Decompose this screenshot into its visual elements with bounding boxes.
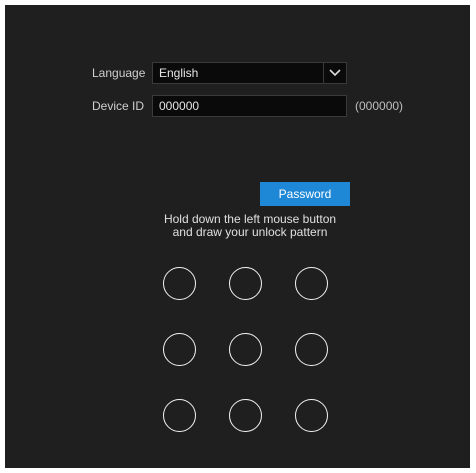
language-value: English (159, 66, 199, 80)
pattern-dot-6[interactable] (295, 333, 328, 366)
device-id-field[interactable]: 000000 (152, 95, 347, 117)
pattern-dot-8[interactable] (229, 399, 262, 432)
pattern-instructions: Hold down the left mouse button and draw… (145, 213, 355, 239)
device-id-hint: (000000) (355, 99, 404, 113)
unlock-panel: Language English Device ID 000000 (00000… (5, 5, 470, 468)
language-label: Language (92, 66, 146, 80)
chevron-down-icon[interactable] (323, 63, 346, 83)
instruction-line-2: and draw your unlock pattern (172, 225, 328, 239)
password-button[interactable]: Password (260, 182, 350, 206)
pattern-dot-2[interactable] (229, 267, 262, 300)
device-id-label: Device ID (92, 99, 145, 113)
pattern-dot-4[interactable] (163, 333, 196, 366)
device-id-value: 000000 (159, 99, 200, 113)
pattern-dot-5[interactable] (229, 333, 262, 366)
pattern-dot-1[interactable] (163, 267, 196, 300)
pattern-dot-3[interactable] (295, 267, 328, 300)
password-button-label: Password (278, 187, 332, 201)
language-select[interactable]: English (152, 62, 347, 84)
pattern-dot-7[interactable] (163, 399, 196, 432)
pattern-dot-9[interactable] (295, 399, 328, 432)
